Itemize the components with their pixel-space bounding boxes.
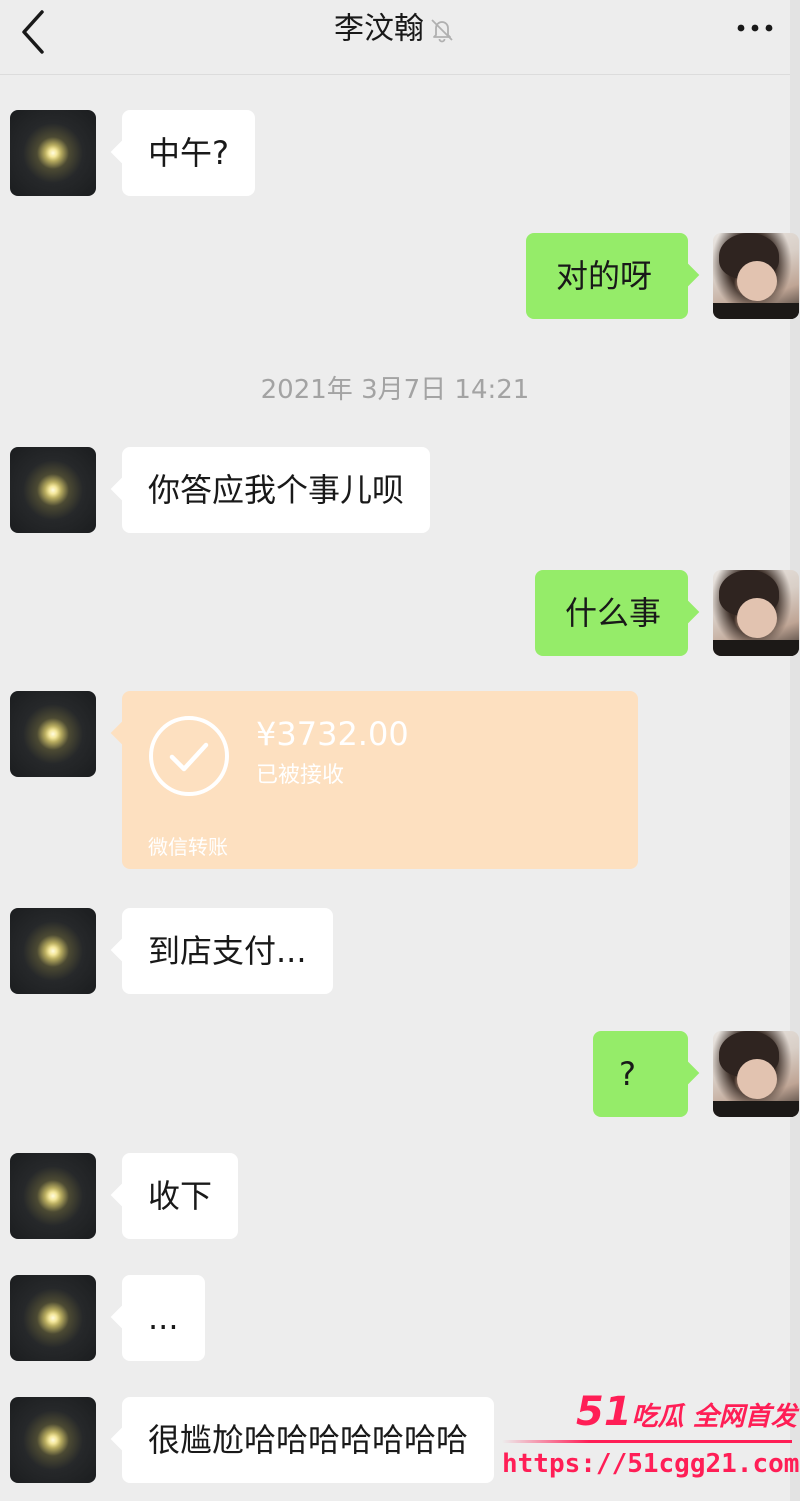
contact-name: 李汶翰: [334, 11, 424, 47]
contact-avatar[interactable]: [10, 691, 96, 777]
transfer-status: 已被接收: [256, 763, 345, 788]
more-options-button[interactable]: [728, 8, 790, 48]
contact-avatar[interactable]: [10, 908, 96, 994]
bell-off-icon: [431, 18, 453, 42]
self-avatar[interactable]: [713, 570, 799, 656]
message-text: 到店支付...: [148, 932, 307, 970]
contact-avatar[interactable]: [10, 1153, 96, 1239]
message-bubble-outgoing[interactable]: 对的呀: [526, 233, 688, 319]
ellipsis-icon: [737, 24, 773, 32]
contact-avatar[interactable]: [10, 110, 96, 196]
self-avatar[interactable]: [713, 233, 799, 319]
check-circle-icon: [149, 716, 229, 796]
message-text: 什么事: [565, 594, 662, 632]
message-text: 收下: [148, 1177, 213, 1215]
chat-header: 李汶翰: [0, 0, 790, 75]
message-text: 很尴尬哈哈哈哈哈哈哈: [148, 1421, 469, 1459]
message-bubble-outgoing[interactable]: 什么事: [535, 570, 688, 656]
message-text: ...: [148, 1299, 179, 1337]
self-avatar[interactable]: [713, 1031, 799, 1117]
watermark-brand: 51吃瓜 全网首发: [576, 1392, 797, 1437]
watermark-underline: [502, 1440, 792, 1443]
contact-avatar[interactable]: [10, 1275, 96, 1361]
message-text: 你答应我个事儿呗: [148, 471, 405, 509]
message-bubble-outgoing[interactable]: ?: [593, 1031, 688, 1117]
message-bubble-incoming[interactable]: 收下: [122, 1153, 239, 1239]
watermark-url: https://51cgg21.com: [502, 1449, 800, 1479]
message-bubble-incoming[interactable]: 你答应我个事儿呗: [122, 447, 431, 533]
contact-avatar[interactable]: [10, 1397, 96, 1483]
message-text: 对的呀: [556, 257, 653, 295]
message-bubble-incoming[interactable]: ...: [122, 1275, 205, 1361]
message-text: 中午?: [148, 134, 229, 172]
screen-edge: [790, 0, 800, 1501]
site-watermark: 51吃瓜 全网首发 https://51cgg21.com: [496, 1390, 800, 1490]
contact-avatar[interactable]: [10, 447, 96, 533]
message-bubble-incoming[interactable]: 到店支付...: [122, 908, 333, 994]
wechat-transfer-card[interactable]: ¥3732.00 已被接收 微信转账: [122, 691, 638, 869]
message-text: ?: [619, 1055, 636, 1093]
watermark-number: 51: [576, 1389, 632, 1435]
watermark-tagline: 吃瓜 全网首发: [631, 1402, 797, 1432]
message-timestamp: 2021年 3月7日 14:21: [260, 375, 530, 405]
chat-title: 李汶翰: [0, 10, 790, 49]
transfer-amount: ¥3732.00: [256, 715, 409, 753]
message-bubble-incoming[interactable]: 很尴尬哈哈哈哈哈哈哈: [122, 1397, 495, 1483]
transfer-label: 微信转账: [148, 835, 228, 859]
message-bubble-incoming[interactable]: 中午?: [122, 110, 255, 196]
